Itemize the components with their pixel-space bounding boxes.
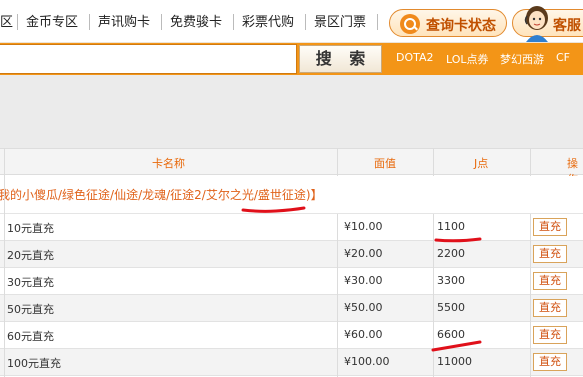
- row-card-name: 50元直充: [7, 303, 54, 316]
- header-j-points: J点: [474, 157, 489, 170]
- row-card-name: 100元直充: [7, 357, 61, 370]
- row-points: 11000: [437, 355, 472, 368]
- table-left-border: [4, 148, 5, 377]
- row-price: ¥50.00: [344, 301, 383, 314]
- recharge-button[interactable]: 直充: [533, 218, 567, 236]
- row-points: 5500: [437, 301, 465, 314]
- nav-item-partial[interactable]: 区: [0, 14, 13, 32]
- recharge-button[interactable]: 直充: [533, 326, 567, 344]
- row-card-name: 60元直充: [7, 330, 54, 343]
- nav-divider: [17, 14, 18, 30]
- column-divider: [530, 214, 531, 377]
- header-face-value: 面值: [374, 157, 396, 170]
- row-points: 3300: [437, 274, 465, 287]
- query-card-status-label: 查询卡状态: [426, 18, 496, 34]
- row-price: ¥10.00: [344, 220, 383, 233]
- row-price: ¥30.00: [344, 274, 383, 287]
- row-points: 2200: [437, 247, 465, 260]
- header-card-name: 卡名称: [152, 157, 185, 170]
- nav-item-free-card[interactable]: 免费骏卡: [170, 14, 222, 32]
- hot-link-lol[interactable]: LOL点券: [446, 51, 489, 67]
- table-row: 30元直充 ¥30.00 3300 直充: [0, 268, 583, 295]
- table-header: 卡名称 面值 J点 操作: [0, 148, 583, 186]
- nav-divider: [89, 14, 90, 30]
- recharge-button[interactable]: 直充: [533, 299, 567, 317]
- table-row: 10元直充 ¥10.00 1100 直充: [0, 214, 583, 241]
- table-row: 20元直充 ¥20.00 2200 直充: [0, 241, 583, 268]
- nav-divider: [377, 14, 378, 30]
- row-card-name: 10元直充: [7, 222, 54, 235]
- customer-service-label: 客服: [553, 18, 581, 34]
- nav-divider: [305, 14, 306, 30]
- row-card-name: 30元直充: [7, 276, 54, 289]
- hot-link-dota2[interactable]: DOTA2: [396, 51, 434, 64]
- row-card-name: 20元直充: [7, 249, 54, 262]
- search-icon: [400, 14, 420, 34]
- row-price: ¥20.00: [344, 247, 383, 260]
- nav-item-lottery[interactable]: 彩票代购: [242, 14, 294, 32]
- nav-item-gold-zone[interactable]: 金币专区: [26, 14, 78, 32]
- recharge-button[interactable]: 直充: [533, 245, 567, 263]
- hot-link-cf[interactable]: CF: [556, 51, 570, 64]
- underline-annotation-icon: [434, 237, 482, 243]
- table-row: 50元直充 ¥50.00 5500 直充: [0, 295, 583, 322]
- underline-annotation-icon: [431, 340, 482, 352]
- search-bar: 搜 索 DOTA2 LOL点券 梦幻西游 CF: [0, 43, 583, 75]
- row-price: ¥60.00: [344, 328, 383, 341]
- row-points: 1100: [437, 220, 465, 233]
- column-divider: [337, 214, 338, 377]
- nav-item-voice-card[interactable]: 声讯购卡: [98, 14, 150, 32]
- search-input[interactable]: [0, 44, 297, 74]
- underline-annotation-icon: [241, 206, 306, 213]
- avatar-icon: [524, 6, 548, 42]
- column-divider: [530, 148, 531, 176]
- hot-link-menghuan[interactable]: 梦幻西游: [500, 51, 544, 67]
- column-divider: [433, 148, 434, 176]
- row-price: ¥100.00: [344, 355, 390, 368]
- recharge-button[interactable]: 直充: [533, 353, 567, 371]
- nav-divider: [233, 14, 234, 30]
- table-row: 100元直充 ¥100.00 11000 直充: [0, 349, 583, 376]
- column-divider: [337, 148, 338, 176]
- search-button[interactable]: 搜 索: [299, 45, 382, 73]
- recharge-button[interactable]: 直充: [533, 272, 567, 290]
- content-spacer: [0, 75, 583, 148]
- nav-divider: [161, 14, 162, 30]
- table-row: 60元直充 ¥60.00 6600 直充: [0, 322, 583, 349]
- top-nav: 区 金币专区 声讯购卡 免费骏卡 彩票代购 景区门票 查询卡状态 客服: [0, 0, 583, 43]
- query-card-status-button[interactable]: 查询卡状态: [389, 9, 507, 37]
- nav-item-tickets[interactable]: 景区门票: [314, 14, 366, 32]
